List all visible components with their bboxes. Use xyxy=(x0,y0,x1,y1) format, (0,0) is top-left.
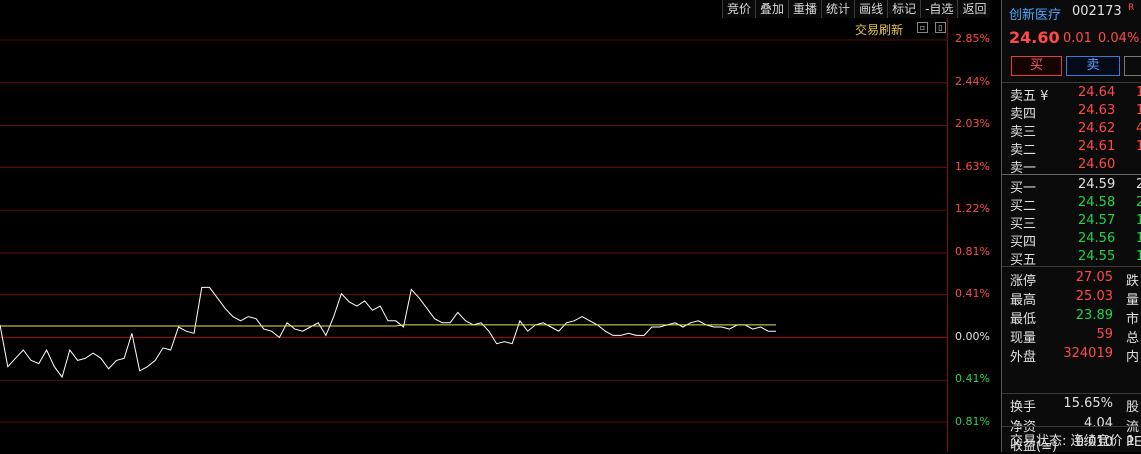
toolbar-mark-button[interactable]: 标记 xyxy=(887,0,921,18)
asks-price[interactable]: 24.64 xyxy=(1078,85,1115,100)
bids-label: 买三 xyxy=(1010,217,1037,232)
asks-volume: 4 xyxy=(1136,121,1141,136)
price-change: 0.01 xyxy=(1063,31,1092,46)
bids-volume: 2 xyxy=(1136,177,1141,192)
asks-label: 卖四 xyxy=(1010,107,1037,122)
axis-tick-label: 2.44% xyxy=(955,74,990,88)
axis-tick-label: 0.41% xyxy=(955,287,990,300)
stock-name[interactable]: 创新医疗 xyxy=(1009,4,1061,23)
bids-price[interactable]: 24.59 xyxy=(1078,177,1115,192)
bids-volume: 2 xyxy=(1136,195,1141,210)
stats1-value: 59 xyxy=(1096,327,1113,342)
bids-volume: 1 xyxy=(1136,249,1141,264)
stock-code: 002173 xyxy=(1072,4,1122,19)
sell-button[interactable]: 卖 xyxy=(1066,56,1120,76)
asks-volume: 1 xyxy=(1136,103,1141,118)
stats1-label: 现量 xyxy=(1010,331,1037,346)
bids-price[interactable]: 24.57 xyxy=(1078,213,1115,228)
price-change-pct: 0.04% xyxy=(1098,31,1140,46)
stats1-value: 23.89 xyxy=(1075,308,1113,323)
bids-volume: 1 xyxy=(1136,213,1141,228)
axis-tick-label: 0.81% xyxy=(955,244,990,258)
more-button[interactable] xyxy=(1124,56,1141,76)
stats1-side-label: 总 xyxy=(1126,331,1140,346)
divider xyxy=(1002,174,1141,175)
divider xyxy=(1002,82,1141,83)
bids-volume: 1 xyxy=(1136,231,1141,246)
stats1-side-label: 市 xyxy=(1126,312,1140,327)
stats1-label: 最低 xyxy=(1010,312,1037,327)
axis-tick-label: 0.41% xyxy=(955,372,990,385)
stats1-value: 25.03 xyxy=(1075,289,1113,304)
divider xyxy=(1002,393,1141,394)
asks-volume: 1 xyxy=(1136,85,1141,100)
bids-price[interactable]: 24.55 xyxy=(1078,249,1115,264)
restore-icon[interactable]: ▫ xyxy=(917,22,928,33)
bids-price[interactable]: 24.56 xyxy=(1078,231,1115,246)
axis-tick-label: 2.03% xyxy=(955,117,990,130)
stats2-value: 15.65% xyxy=(1063,396,1113,411)
chart-canvas xyxy=(0,39,948,423)
stats1-side-label: 量 xyxy=(1126,293,1140,308)
stats1-label: 外盘 xyxy=(1010,350,1037,365)
toolbar-remove-watchlist-button[interactable]: -自选 xyxy=(920,0,958,18)
asks-price[interactable]: 24.61 xyxy=(1078,139,1115,154)
intraday-chart[interactable]: 交易刷新 ▫ ▯ 2.85% 2.44% 2.03% 1.63% 1.22% 0.81% 0… xyxy=(0,18,1001,452)
last-price: 24.60 xyxy=(1009,28,1060,47)
quote-panel: 创新医疗 002173 R 24.60 0.01 0.04% 买 卖 卖五 ¥ 2… xyxy=(1001,0,1141,454)
stats1-label: 最高 xyxy=(1010,293,1037,308)
trade-refresh-label[interactable]: 交易刷新 xyxy=(855,21,903,38)
window-icon[interactable]: ▯ xyxy=(935,22,946,33)
axis-tick-label: 1.22% xyxy=(955,202,990,215)
bids-label: 买二 xyxy=(1010,199,1037,214)
toolbar-overlay-button[interactable]: 叠加 xyxy=(755,0,789,18)
toolbar-draw-button[interactable]: 画线 xyxy=(854,0,888,18)
axis-tick-label: 1.63% xyxy=(955,159,990,173)
axis-tick-label: 0.00% xyxy=(955,329,990,343)
asks-label: 卖五 ¥ xyxy=(1010,89,1049,104)
chart-toolbar: 竞价 叠加 重播 统计 画线 标记 -自选 返回 xyxy=(722,0,991,18)
bids-label: 买一 xyxy=(1010,181,1037,196)
stats1-side-label: 内 xyxy=(1126,350,1140,365)
asks-volume: 1 xyxy=(1136,139,1141,154)
divider xyxy=(1002,266,1141,267)
toolbar-back-button[interactable]: 返回 xyxy=(957,0,991,18)
axis-tick-label: 0.81% xyxy=(955,414,990,428)
stats2-value: 4.04 xyxy=(1084,415,1113,431)
divider xyxy=(1002,426,1141,427)
bids-price[interactable]: 24.58 xyxy=(1078,195,1115,210)
toolbar-stats-button[interactable]: 统计 xyxy=(821,0,855,18)
margin-badge: R xyxy=(1128,3,1135,13)
asks-label: 卖三 xyxy=(1010,125,1037,140)
axis-tick-label: 2.85% xyxy=(955,32,990,45)
stats1-value: 27.05 xyxy=(1075,270,1113,285)
toolbar-bid-button[interactable]: 竞价 xyxy=(722,0,756,18)
asks-price[interactable]: 24.60 xyxy=(1078,157,1115,172)
average-series-line xyxy=(0,324,776,327)
asks-price[interactable]: 24.62 xyxy=(1078,121,1115,136)
stats1-label: 涨停 xyxy=(1010,274,1037,289)
price-series-line xyxy=(0,286,776,379)
buy-button[interactable]: 买 xyxy=(1011,56,1062,76)
stats1-value: 324019 xyxy=(1063,346,1113,361)
stats2-label: 换手 xyxy=(1010,400,1037,415)
trade-status: 交易状态: 连续竞价 1 xyxy=(1010,434,1135,449)
bids-label: 买四 xyxy=(1010,235,1037,250)
toolbar-replay-button[interactable]: 重播 xyxy=(788,0,822,18)
asks-price[interactable]: 24.63 xyxy=(1078,103,1115,118)
stats2-side-label: 股 xyxy=(1126,400,1140,415)
stats1-side-label: 跌 xyxy=(1126,274,1140,289)
asks-label: 卖二 xyxy=(1010,143,1037,158)
